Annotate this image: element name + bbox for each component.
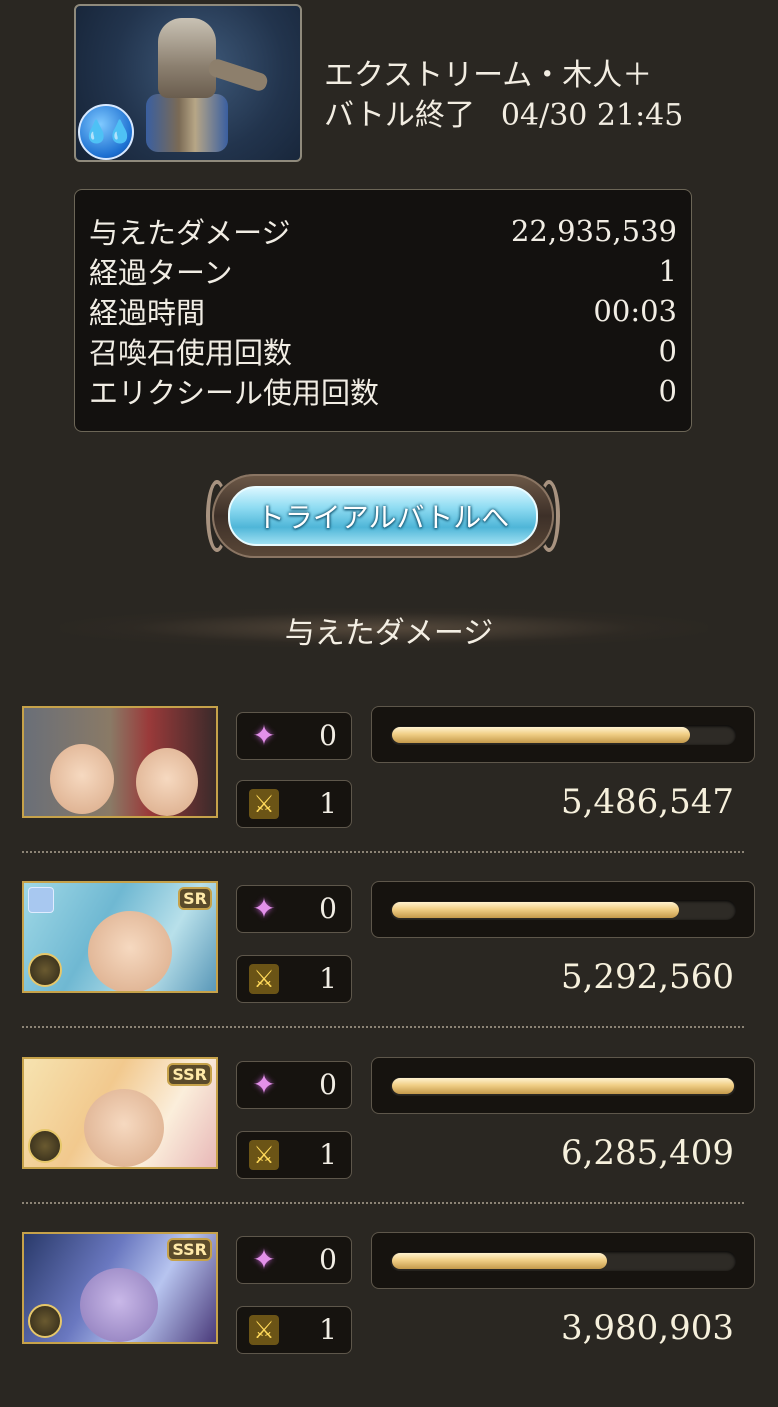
character-row: SSR ✦ 0 ⚔ 1 3,980,903 [0, 1232, 778, 1407]
crossed-swords-icon: ⚔ [249, 1140, 279, 1170]
stat-value: 0 [658, 374, 677, 408]
burst-icon: ✦ [252, 719, 276, 752]
skill-counter: ✦ 0 [236, 1061, 352, 1109]
damage-bar-fill [392, 727, 691, 743]
damage-bar-track [390, 725, 736, 745]
damage-bar [371, 1057, 755, 1114]
damage-bar-track [390, 900, 736, 920]
character-damage: 3,980,903 [560, 1308, 734, 1348]
stat-row-total-damage: 与えたダメージ 22,935,539 [89, 212, 677, 250]
stat-label: 経過時間 [89, 296, 206, 330]
rarity-badge: SSR [167, 1063, 212, 1086]
stat-value: 22,935,539 [510, 214, 677, 248]
stat-label: 経過ターン [89, 256, 233, 290]
character-row: SR ✦ 0 ⚔ 1 5,292,560 [0, 881, 778, 1056]
crossed-swords-icon: ⚔ [249, 789, 279, 819]
stat-row-elapsed-time: 経過時間 00:03 [89, 292, 677, 330]
ornament-left-icon [206, 480, 228, 552]
training-dummy-arm [206, 57, 270, 93]
trial-battle-button[interactable]: トライアルバトルへ [206, 474, 560, 558]
attack-count: 1 [319, 962, 337, 995]
stat-row-summon-uses: 召喚石使用回数 0 [89, 332, 677, 370]
element-icon [28, 1304, 62, 1338]
stat-value: 1 [658, 254, 677, 288]
trial-battle-button-label[interactable]: トライアルバトルへ [228, 486, 538, 546]
ornament-right-icon [538, 480, 560, 552]
attack-count: 1 [319, 1138, 337, 1171]
quest-status: バトル終了 04/30 21:45 [324, 90, 683, 134]
damage-bar-track [390, 1251, 736, 1271]
damage-bar-fill [392, 1078, 734, 1094]
stat-label: エリクシール使用回数 [89, 376, 380, 410]
character-face [50, 744, 114, 814]
element-icon [28, 1129, 62, 1163]
character-damage: 6,285,409 [560, 1133, 734, 1173]
character-face [88, 911, 172, 991]
water-element-icon: 💧💧 [78, 104, 134, 160]
enemy-thumbnail: 💧💧 [74, 4, 302, 162]
skill-counter: ✦ 0 [236, 885, 352, 933]
battle-stats-panel: 与えたダメージ 22,935,539 経過ターン 1 経過時間 00:03 召喚… [74, 189, 692, 432]
character-portrait[interactable]: SSR [22, 1232, 218, 1344]
crossed-swords-icon: ⚔ [249, 1315, 279, 1345]
damage-bar [371, 706, 755, 763]
damage-bar-fill [392, 902, 680, 918]
attack-count: 1 [319, 787, 337, 820]
rarity-badge: SSR [167, 1238, 212, 1261]
burst-icon: ✦ [252, 892, 276, 925]
burst-icon: ✦ [252, 1243, 276, 1276]
skill-counter: ✦ 0 [236, 1236, 352, 1284]
attack-counter: ⚔ 1 [236, 1131, 352, 1179]
damage-bar [371, 1232, 755, 1289]
character-row: ✦ 0 ⚔ 1 5,486,547 [0, 706, 778, 881]
character-portrait[interactable]: SR [22, 881, 218, 993]
skill-count: 0 [319, 1243, 337, 1276]
skill-count: 0 [319, 1068, 337, 1101]
damage-bar-track [390, 1076, 736, 1096]
skill-count: 0 [319, 892, 337, 925]
skill-counter: ✦ 0 [236, 712, 352, 760]
stat-label: 召喚石使用回数 [89, 336, 293, 370]
rarity-badge: SR [178, 887, 212, 910]
character-damage: 5,486,547 [560, 782, 734, 822]
element-icon [28, 953, 62, 987]
stat-label: 与えたダメージ [89, 216, 291, 250]
training-dummy-base [146, 94, 228, 152]
row-divider [22, 1026, 744, 1028]
stat-row-elixir-uses: エリクシール使用回数 0 [89, 372, 677, 410]
damage-bar [371, 881, 755, 938]
character-face [84, 1089, 164, 1167]
character-damage: 5,292,560 [560, 957, 734, 997]
damage-bar-fill [392, 1253, 608, 1269]
quest-title: エクストリーム・木人＋ [324, 58, 653, 93]
battle-timestamp: 04/30 21:45 [500, 98, 684, 133]
stat-value: 00:03 [593, 294, 677, 328]
burst-icon: ✦ [252, 1068, 276, 1101]
character-portrait[interactable] [22, 706, 218, 818]
attack-counter: ⚔ 1 [236, 1306, 352, 1354]
stat-value: 0 [658, 334, 677, 368]
character-face [136, 748, 198, 816]
row-divider [22, 851, 744, 853]
attack-counter: ⚔ 1 [236, 955, 352, 1003]
training-dummy-head [158, 18, 216, 98]
skill-count: 0 [319, 719, 337, 752]
character-portrait[interactable]: SSR [22, 1057, 218, 1169]
ring-icon [28, 887, 54, 913]
row-divider [22, 1202, 744, 1204]
attack-counter: ⚔ 1 [236, 780, 352, 828]
stat-row-turns: 経過ターン 1 [89, 252, 677, 290]
attack-count: 1 [319, 1313, 337, 1346]
character-face [80, 1268, 158, 1342]
character-row: SSR ✦ 0 ⚔ 1 6,285,409 [0, 1057, 778, 1232]
status-label: バトル終了 [324, 98, 475, 133]
section-title: 与えたダメージ [284, 616, 494, 651]
crossed-swords-icon: ⚔ [249, 964, 279, 994]
